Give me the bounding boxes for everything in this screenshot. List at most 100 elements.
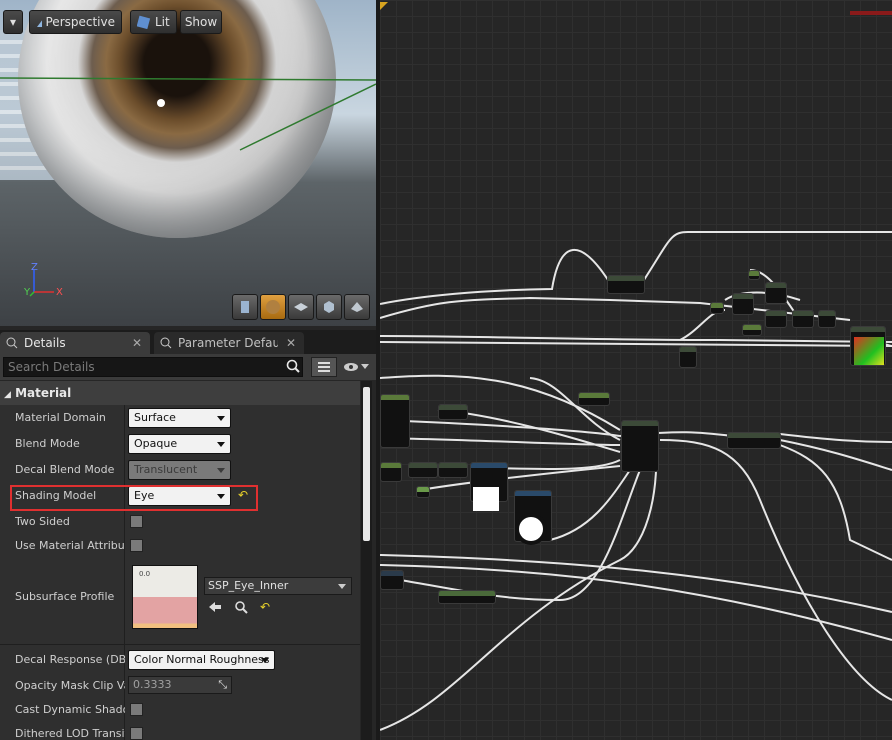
corner-marker-icon bbox=[380, 2, 388, 10]
opacity-mask-clip-label: Opacity Mask Clip Value bbox=[15, 679, 125, 692]
blend-mode-label: Blend Mode bbox=[15, 437, 80, 450]
use-material-attributes-label: Use Material Attributes bbox=[15, 539, 125, 552]
texture-sample-node[interactable] bbox=[470, 462, 508, 511]
chevron-down-icon bbox=[361, 364, 369, 369]
search-icon[interactable] bbox=[286, 359, 300, 373]
graph-node[interactable] bbox=[710, 302, 724, 314]
material-domain-label: Material Domain bbox=[15, 411, 106, 424]
graph-node[interactable] bbox=[679, 346, 697, 368]
graph-node[interactable] bbox=[792, 310, 814, 328]
graph-node[interactable] bbox=[727, 432, 781, 449]
color-preview-node[interactable] bbox=[850, 326, 886, 366]
material-domain-dropdown[interactable]: Surface bbox=[128, 408, 231, 428]
viewport-menu-button[interactable]: ▾ bbox=[3, 10, 23, 34]
view-options-button[interactable] bbox=[340, 357, 372, 377]
material-graph-canvas[interactable] bbox=[380, 0, 892, 740]
cube-icon[interactable] bbox=[316, 294, 342, 320]
graph-node[interactable] bbox=[438, 590, 496, 604]
tab-parameter-defaults[interactable]: Parameter Defaults ✕ bbox=[154, 332, 304, 354]
axis-z-label: Z bbox=[31, 262, 38, 273]
cast-dynamic-shadow-checkbox[interactable] bbox=[130, 703, 143, 716]
drag-handle-icon[interactable]: ⤡ bbox=[218, 677, 227, 693]
graph-node[interactable] bbox=[742, 324, 762, 336]
chevron-down-icon: ▾ bbox=[9, 15, 17, 29]
row-opacity-mask-clip: Opacity Mask Clip Value 0.3333 ⤡ bbox=[0, 673, 360, 699]
axis-x-label: X bbox=[56, 287, 63, 298]
graph-node[interactable] bbox=[607, 275, 645, 294]
texture-sample-node[interactable] bbox=[514, 490, 552, 542]
search-row: Search Details bbox=[0, 354, 376, 380]
details-panel: ◢ Material Material Domain Surface Blend… bbox=[0, 381, 360, 740]
use-selected-arrow-icon[interactable] bbox=[208, 601, 222, 613]
perspective-icon bbox=[37, 21, 42, 27]
axis-y-label: Y bbox=[24, 287, 31, 298]
section-divider bbox=[0, 644, 360, 645]
row-blend-mode: Blend Mode Opaque bbox=[0, 431, 360, 457]
graph-node[interactable] bbox=[578, 392, 610, 406]
plane-icon[interactable] bbox=[288, 294, 314, 320]
eye-icon bbox=[344, 363, 358, 371]
decal-blend-mode-dropdown: Translucent bbox=[128, 460, 231, 480]
graph-wires bbox=[380, 231, 892, 731]
cast-dynamic-shadow-label: Cast Dynamic Shadow as Masked bbox=[15, 703, 125, 716]
details-tab-bar: Details ✕ Parameter Defaults ✕ bbox=[0, 330, 376, 354]
two-sided-checkbox[interactable] bbox=[130, 515, 143, 528]
details-icon bbox=[6, 337, 18, 349]
browse-search-icon[interactable] bbox=[234, 600, 248, 614]
opacity-mask-clip-input[interactable]: 0.3333 ⤡ bbox=[128, 676, 232, 694]
show-label: Show bbox=[184, 15, 218, 29]
grid-icon bbox=[318, 362, 330, 372]
subsurface-profile-label: Subsurface Profile bbox=[15, 590, 115, 603]
graph-node[interactable] bbox=[408, 462, 438, 478]
details-scrollbar[interactable] bbox=[361, 381, 372, 740]
graph-node[interactable] bbox=[621, 420, 659, 472]
graph-node[interactable] bbox=[380, 570, 404, 590]
reset-to-default-icon[interactable]: ↶ bbox=[260, 600, 270, 614]
search-details-input[interactable]: Search Details bbox=[3, 357, 303, 377]
preview-shape-toolbar bbox=[232, 294, 370, 320]
row-decal-blend-mode: Decal Blend Mode Translucent bbox=[0, 457, 360, 483]
property-matrix-button[interactable] bbox=[311, 357, 337, 377]
scrollbar-thumb[interactable] bbox=[363, 387, 370, 541]
subsurface-profile-asset-picker[interactable]: SSP_Eye_Inner bbox=[204, 577, 352, 595]
close-icon[interactable]: ✕ bbox=[132, 336, 142, 350]
dithered-lod-checkbox[interactable] bbox=[130, 727, 143, 740]
tab-details[interactable]: Details ✕ bbox=[0, 332, 150, 354]
axis-gizmo: Z X Y bbox=[24, 262, 68, 302]
lit-button[interactable]: Lit bbox=[130, 10, 177, 34]
asset-name: SSP_Eye_Inner bbox=[208, 579, 289, 592]
graph-node[interactable] bbox=[438, 462, 468, 478]
graph-node[interactable] bbox=[818, 310, 836, 328]
graph-node[interactable] bbox=[748, 270, 760, 280]
left-panel: ▾ Perspective Lit Show Z X Y Details ✕ P… bbox=[0, 0, 376, 740]
decal-response-dropdown[interactable]: Color Normal Roughness bbox=[128, 650, 275, 670]
graph-node[interactable] bbox=[438, 404, 468, 420]
dithered-lod-label: Dithered LOD Transition bbox=[15, 727, 125, 740]
sphere-icon[interactable] bbox=[260, 294, 286, 320]
category-header-material[interactable]: ◢ Material bbox=[0, 381, 360, 405]
tab-parameter-defaults-label: Parameter Defaults bbox=[178, 336, 278, 350]
close-icon[interactable]: ✕ bbox=[286, 336, 296, 350]
cylinder-icon[interactable] bbox=[232, 294, 258, 320]
graph-node[interactable] bbox=[380, 462, 402, 482]
two-sided-label: Two Sided bbox=[15, 515, 70, 528]
decal-response-label: Decal Response (DBuffer) bbox=[15, 653, 125, 666]
graph-node[interactable] bbox=[416, 486, 430, 498]
collapse-arrow-icon: ◢ bbox=[4, 390, 11, 400]
graph-node[interactable] bbox=[380, 394, 410, 448]
error-node[interactable] bbox=[850, 5, 892, 17]
use-material-attributes-checkbox[interactable] bbox=[130, 539, 143, 552]
material-preview-viewport[interactable]: ▾ Perspective Lit Show Z X Y bbox=[0, 0, 376, 326]
graph-node[interactable] bbox=[765, 282, 787, 304]
graph-node[interactable] bbox=[765, 310, 787, 328]
row-dithered-lod: Dithered LOD Transition bbox=[0, 721, 360, 740]
show-button[interactable]: Show bbox=[180, 10, 222, 34]
decal-blend-mode-label: Decal Blend Mode bbox=[15, 463, 115, 476]
graph-node[interactable] bbox=[732, 293, 754, 315]
blend-mode-dropdown[interactable]: Opaque bbox=[128, 434, 231, 454]
custom-mesh-icon[interactable] bbox=[344, 294, 370, 320]
row-decal-response: Decal Response (DBuffer) Color Normal Ro… bbox=[0, 647, 360, 673]
perspective-button[interactable]: Perspective bbox=[29, 10, 122, 34]
subsurface-profile-thumbnail[interactable]: 0.0 bbox=[132, 565, 198, 629]
lit-label: Lit bbox=[155, 15, 170, 29]
